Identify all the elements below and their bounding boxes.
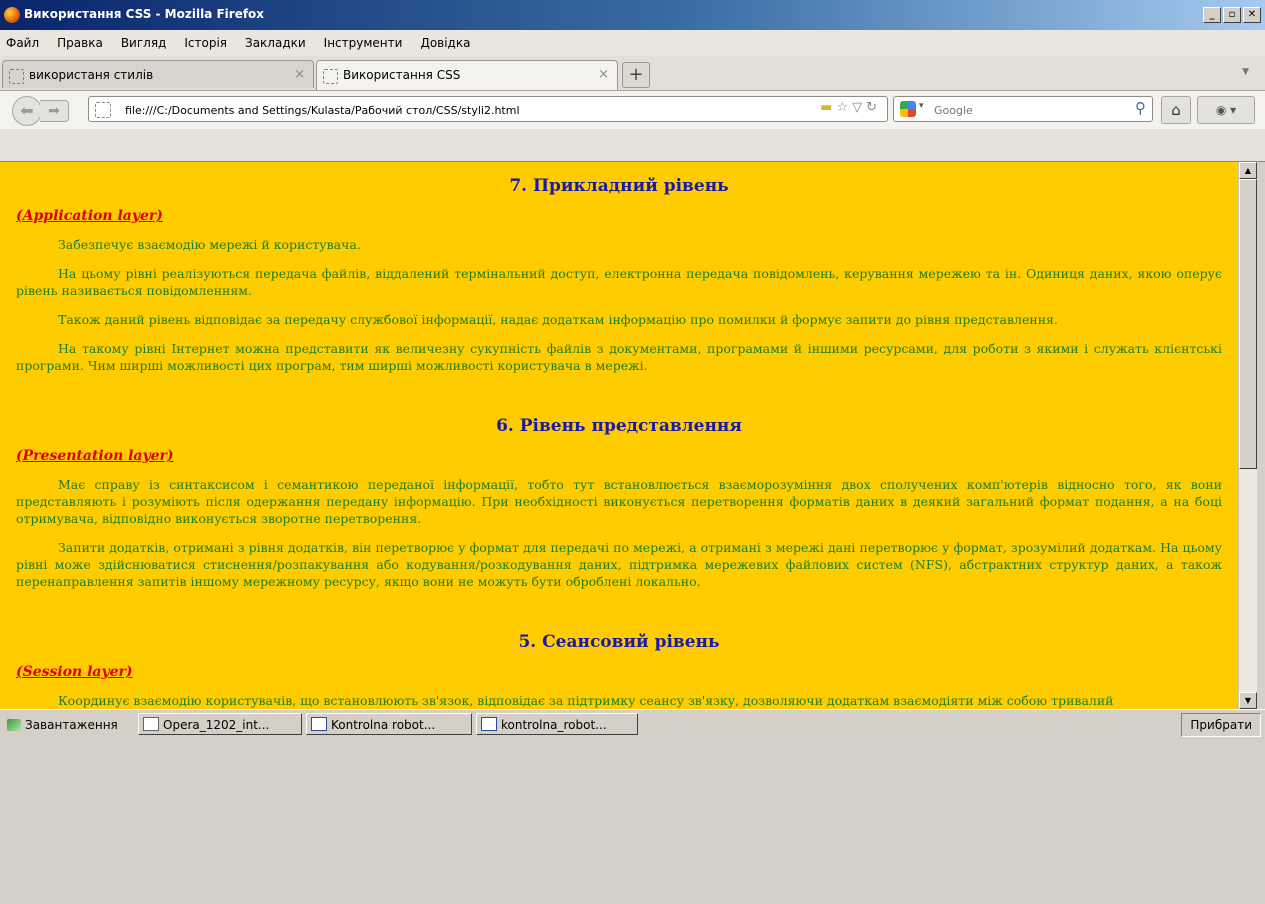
menu-bar: Файл Правка Вигляд Історія Закладки Інструмен… (0, 30, 1265, 56)
bookmarks-toolbar (0, 129, 1265, 162)
taskbar-item-label: Kontrolna robot... (331, 718, 436, 732)
paragraph: Запити додатків, отримані з рівня додатк… (16, 540, 1222, 589)
status-loading: Завантаження (2, 713, 134, 735)
section-heading: 7. Прикладний рівень (509, 176, 729, 196)
status-text: Завантаження (25, 718, 118, 732)
taskbar: Завантаження Opera_1202_int... Kontrolna… (0, 709, 1265, 904)
taskbar-item-doc2[interactable]: kontrolna_robot... (476, 713, 638, 735)
maximize-button[interactable]: ▫ (1223, 7, 1241, 23)
taskbar-item-doc1[interactable]: Kontrolna robot... (306, 713, 472, 735)
word-doc-icon (481, 717, 497, 731)
page-icon (323, 69, 338, 84)
arrow-left-icon: ⬅ (20, 101, 34, 120)
bookmark-star-icon[interactable]: ☆ (836, 100, 852, 115)
menu-help[interactable]: Довідка (409, 30, 477, 56)
close-tab-icon[interactable]: × (294, 61, 305, 89)
taskbar-item-label: kontrolna_robot... (501, 718, 607, 732)
new-tab-button[interactable]: + (622, 62, 650, 88)
menu-bookmarks[interactable]: Закладки (234, 30, 313, 56)
word-doc-icon (311, 717, 327, 731)
tab-list-icon[interactable]: ▼ (1242, 67, 1249, 77)
section-application: 7. Прикладний рівень (Application layer)… (16, 176, 1222, 374)
tab-styles[interactable]: використаня стилів × (2, 60, 314, 88)
tab-label: Використання CSS (343, 68, 461, 82)
url-input[interactable] (123, 100, 767, 120)
search-input[interactable] (932, 100, 1116, 120)
reload-icon[interactable]: ↻ (866, 100, 881, 115)
minimize-button[interactable]: _ (1203, 7, 1221, 23)
search-bar[interactable]: ▾ ⚲ (893, 96, 1153, 122)
vertical-scrollbar[interactable]: ▲ ▼ (1238, 162, 1257, 709)
site-identity-icon[interactable] (95, 102, 111, 118)
home-icon: ⌂ (1171, 101, 1181, 119)
engine-dropdown-icon[interactable]: ▾ (919, 101, 924, 111)
menu-tools[interactable]: Інструменти (313, 30, 410, 56)
layer-link[interactable]: (Presentation layer) (16, 448, 1222, 464)
back-button[interactable]: ⬅ (12, 96, 42, 126)
tab-css[interactable]: Використання CSS × (316, 60, 618, 90)
search-icon[interactable]: ⚲ (1135, 99, 1146, 117)
taskbar-item-opera[interactable]: Opera_1202_int... (138, 713, 302, 735)
paragraph: Забезпечує взаємодію мережі й користувач… (58, 237, 361, 252)
page-icon (9, 69, 24, 84)
section-presentation: 6. Рівень представлення (Presentation la… (16, 416, 1222, 590)
section-session: 5. Сеансовий рівень (Session layer) Коор… (16, 632, 1222, 709)
close-tab-icon[interactable]: × (598, 61, 609, 89)
hide-button[interactable]: Прибрати (1181, 713, 1261, 737)
paragraph: Має справу із синтаксисом і семантикою п… (16, 477, 1222, 526)
scroll-down-icon[interactable]: ▼ (1239, 692, 1257, 709)
arrow-right-icon: ➡ (48, 103, 60, 119)
close-button[interactable]: ✕ (1243, 7, 1261, 23)
history-dropdown-icon[interactable]: ▽ (852, 100, 866, 115)
navigation-toolbar: ⬅ ➡ ▬☆▽↻ ▾ ⚲ ⌂ ◉ ▾ (0, 91, 1265, 129)
paragraph: Координує взаємодію користувачів, що вст… (58, 693, 1114, 708)
menu-edit[interactable]: Правка (46, 30, 110, 56)
scroll-up-icon[interactable]: ▲ (1239, 162, 1257, 179)
window-icon (143, 717, 159, 731)
taskbar-item-label: Opera_1202_int... (163, 718, 270, 732)
window-titlebar[interactable]: Використання CSS - Mozilla Firefox _ ▫ ✕ (0, 0, 1265, 30)
status-icon (7, 719, 21, 731)
home-button[interactable]: ⌂ (1161, 96, 1191, 124)
layer-link[interactable]: (Application layer) (16, 208, 1222, 224)
window-title: Використання CSS - Mozilla Firefox (24, 7, 265, 21)
paragraph: На цьому рівні реалізуються передача фай… (16, 266, 1222, 298)
tab-label: використаня стилів (29, 68, 154, 82)
firefox-icon (4, 7, 20, 23)
paragraph: На такому рівні Інтернет можна представи… (16, 341, 1222, 373)
tab-bar: використаня стилів × Використання CSS × … (0, 56, 1265, 91)
menu-history[interactable]: Історія (173, 30, 234, 56)
folder-icon[interactable]: ▬ (820, 100, 836, 115)
address-bar[interactable]: ▬☆▽↻ (88, 96, 888, 122)
scroll-thumb[interactable] (1239, 179, 1257, 469)
menu-file[interactable]: Файл (0, 30, 46, 56)
extension-icon: ◉ ▾ (1215, 103, 1237, 117)
google-icon[interactable] (900, 101, 916, 117)
page-content: 7. Прикладний рівень (Application layer)… (0, 162, 1238, 709)
section-heading: 5. Сеансовий рівень (518, 632, 720, 652)
section-heading: 6. Рівень представлення (496, 416, 742, 436)
layer-link[interactable]: (Session layer) (16, 664, 1222, 680)
paragraph: Також даний рівень відповідає за передач… (58, 312, 1058, 327)
menu-view[interactable]: Вигляд (110, 30, 174, 56)
forward-button[interactable]: ➡ (40, 100, 69, 122)
extension-button[interactable]: ◉ ▾ (1197, 96, 1255, 124)
